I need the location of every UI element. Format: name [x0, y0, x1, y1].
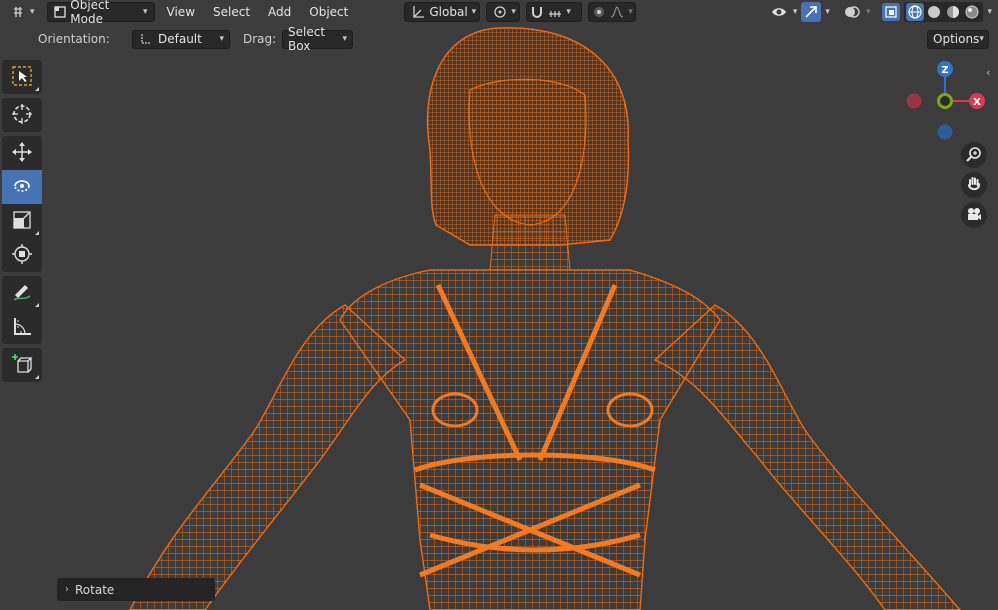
hand-pan-icon [966, 176, 982, 195]
tool-measure[interactable] [2, 310, 42, 344]
header-right-controls: ▾ ▾ ▾ ▾ [769, 2, 992, 22]
measure-icon [11, 315, 33, 340]
zoom-button[interactable] [961, 142, 987, 168]
left-toolbar [2, 60, 42, 386]
move-icon [11, 141, 33, 166]
more-tools-indicator [35, 231, 39, 235]
tool-group-cursor [2, 98, 42, 132]
gizmo-toggle-icon[interactable] [801, 2, 822, 22]
last-operator-label: Rotate [75, 582, 115, 597]
camera-icon [966, 206, 982, 225]
navigation-gizmo[interactable]: Z X [900, 58, 990, 148]
falloff-curve-icon[interactable] [610, 5, 624, 19]
cursor-icon [11, 103, 33, 128]
rotate-icon [11, 175, 33, 200]
chevron-down-icon: ▾ [979, 34, 984, 44]
chevron-down-icon[interactable]: ▾ [793, 7, 798, 17]
chevron-down-icon: ▾ [30, 7, 35, 17]
solid-shading-icon[interactable] [925, 3, 943, 21]
mode-selector[interactable]: Object Mode ▾ [46, 0, 155, 26]
tool-group-add [2, 348, 42, 382]
proportional-edit-group[interactable]: ▾ [588, 2, 637, 22]
gizmo-neg-z[interactable] [937, 124, 953, 140]
tool-rotate[interactable] [2, 170, 42, 204]
pivot-point-icon [493, 5, 507, 19]
drag-dropdown-value: Select Box [288, 25, 326, 53]
material-shading-icon[interactable] [944, 3, 962, 21]
chevron-down-icon: ▾ [143, 7, 148, 17]
orientation-field-label: Orientation: [38, 32, 110, 46]
menu-view[interactable]: View [161, 2, 201, 22]
more-tools-indicator [35, 303, 39, 307]
drag-field-label: Drag: [243, 32, 277, 46]
rendered-shading-icon[interactable] [963, 3, 981, 21]
snap-increment-icon[interactable] [548, 5, 562, 19]
transform-icon [11, 243, 33, 268]
viewport-header: ▾ Object Mode ▾ View Select Add Object G… [0, 0, 998, 26]
gizmo-z-label: Z [941, 65, 948, 76]
wireframe-shading-icon[interactable] [906, 3, 925, 21]
orientation-dropdown[interactable]: Default ▾ [132, 29, 230, 49]
menu-object[interactable]: Object [303, 2, 354, 22]
more-tools-indicator [35, 87, 39, 91]
chevron-down-icon: ▾ [628, 7, 633, 17]
shading-mode-group [904, 2, 984, 22]
object-mode-icon [54, 5, 67, 19]
3d-viewport-icon [12, 5, 26, 19]
last-operator-panel[interactable]: › Rotate [57, 578, 215, 601]
tool-scale[interactable] [2, 204, 42, 238]
menu-add[interactable]: Add [262, 2, 297, 22]
tool-annotate[interactable] [2, 276, 42, 310]
eye-icon[interactable] [769, 2, 789, 22]
snapping-group[interactable]: ▾ [526, 2, 583, 22]
magnet-icon[interactable] [530, 5, 544, 19]
orientation-default-icon [138, 32, 152, 46]
pivot-point-selector[interactable]: ▾ [486, 2, 521, 22]
orientation-icon [411, 5, 425, 19]
tool-cursor[interactable] [2, 98, 42, 132]
chevron-down-icon[interactable]: ▾ [866, 7, 871, 17]
chevron-down-icon: ▾ [566, 7, 571, 17]
select-box-icon [11, 65, 33, 90]
orientation-label: Global [429, 5, 468, 19]
chevron-down-icon: ▾ [342, 34, 347, 44]
tool-add-cube[interactable] [2, 348, 42, 382]
annotate-icon [11, 281, 33, 306]
options-dropdown[interactable]: Options ▾ [927, 29, 989, 49]
more-tools-indicator [35, 375, 39, 379]
tool-settings-bar: Orientation: Default ▾ Drag: Select Box … [0, 25, 998, 53]
camera-view-button[interactable] [961, 202, 987, 228]
overlay-icon[interactable] [842, 2, 862, 22]
tool-group-annotate [2, 276, 42, 344]
3d-viewport[interactable]: ▾ Object Mode ▾ View Select Add Object G… [0, 0, 998, 610]
transform-orientation-selector[interactable]: Global ▾ [404, 2, 481, 22]
tool-move[interactable] [2, 136, 42, 170]
chevron-down-icon: ▾ [471, 7, 477, 17]
gizmo-x-label: X [973, 97, 981, 108]
chevron-down-icon[interactable]: ▾ [825, 7, 830, 17]
scale-icon [11, 209, 33, 234]
drag-dropdown[interactable]: Select Box ▾ [282, 25, 353, 53]
xray-icon[interactable] [882, 3, 901, 21]
options-label: Options [933, 32, 980, 46]
chevron-right-icon: › [65, 584, 69, 595]
wireframe-character-mesh[interactable] [0, 0, 998, 610]
zoom-icon [966, 146, 982, 165]
tool-transform[interactable] [2, 238, 42, 272]
chevron-down-icon: ▾ [511, 7, 516, 17]
tool-group-select [2, 60, 42, 94]
mode-label: Object Mode [70, 0, 110, 26]
chevron-down-icon: ▾ [219, 34, 224, 44]
editor-type-selector[interactable]: ▾ [6, 2, 41, 22]
tool-group-transform [2, 136, 42, 272]
gizmo-neg-x[interactable] [906, 93, 922, 109]
proportional-edit-icon[interactable] [592, 5, 606, 19]
add-cube-icon [11, 353, 33, 378]
tool-select-box[interactable] [2, 60, 42, 94]
orientation-dropdown-value: Default [158, 32, 202, 46]
pan-button[interactable] [961, 172, 987, 198]
chevron-down-icon[interactable]: ▾ [987, 7, 992, 17]
menu-select[interactable]: Select [207, 2, 256, 22]
